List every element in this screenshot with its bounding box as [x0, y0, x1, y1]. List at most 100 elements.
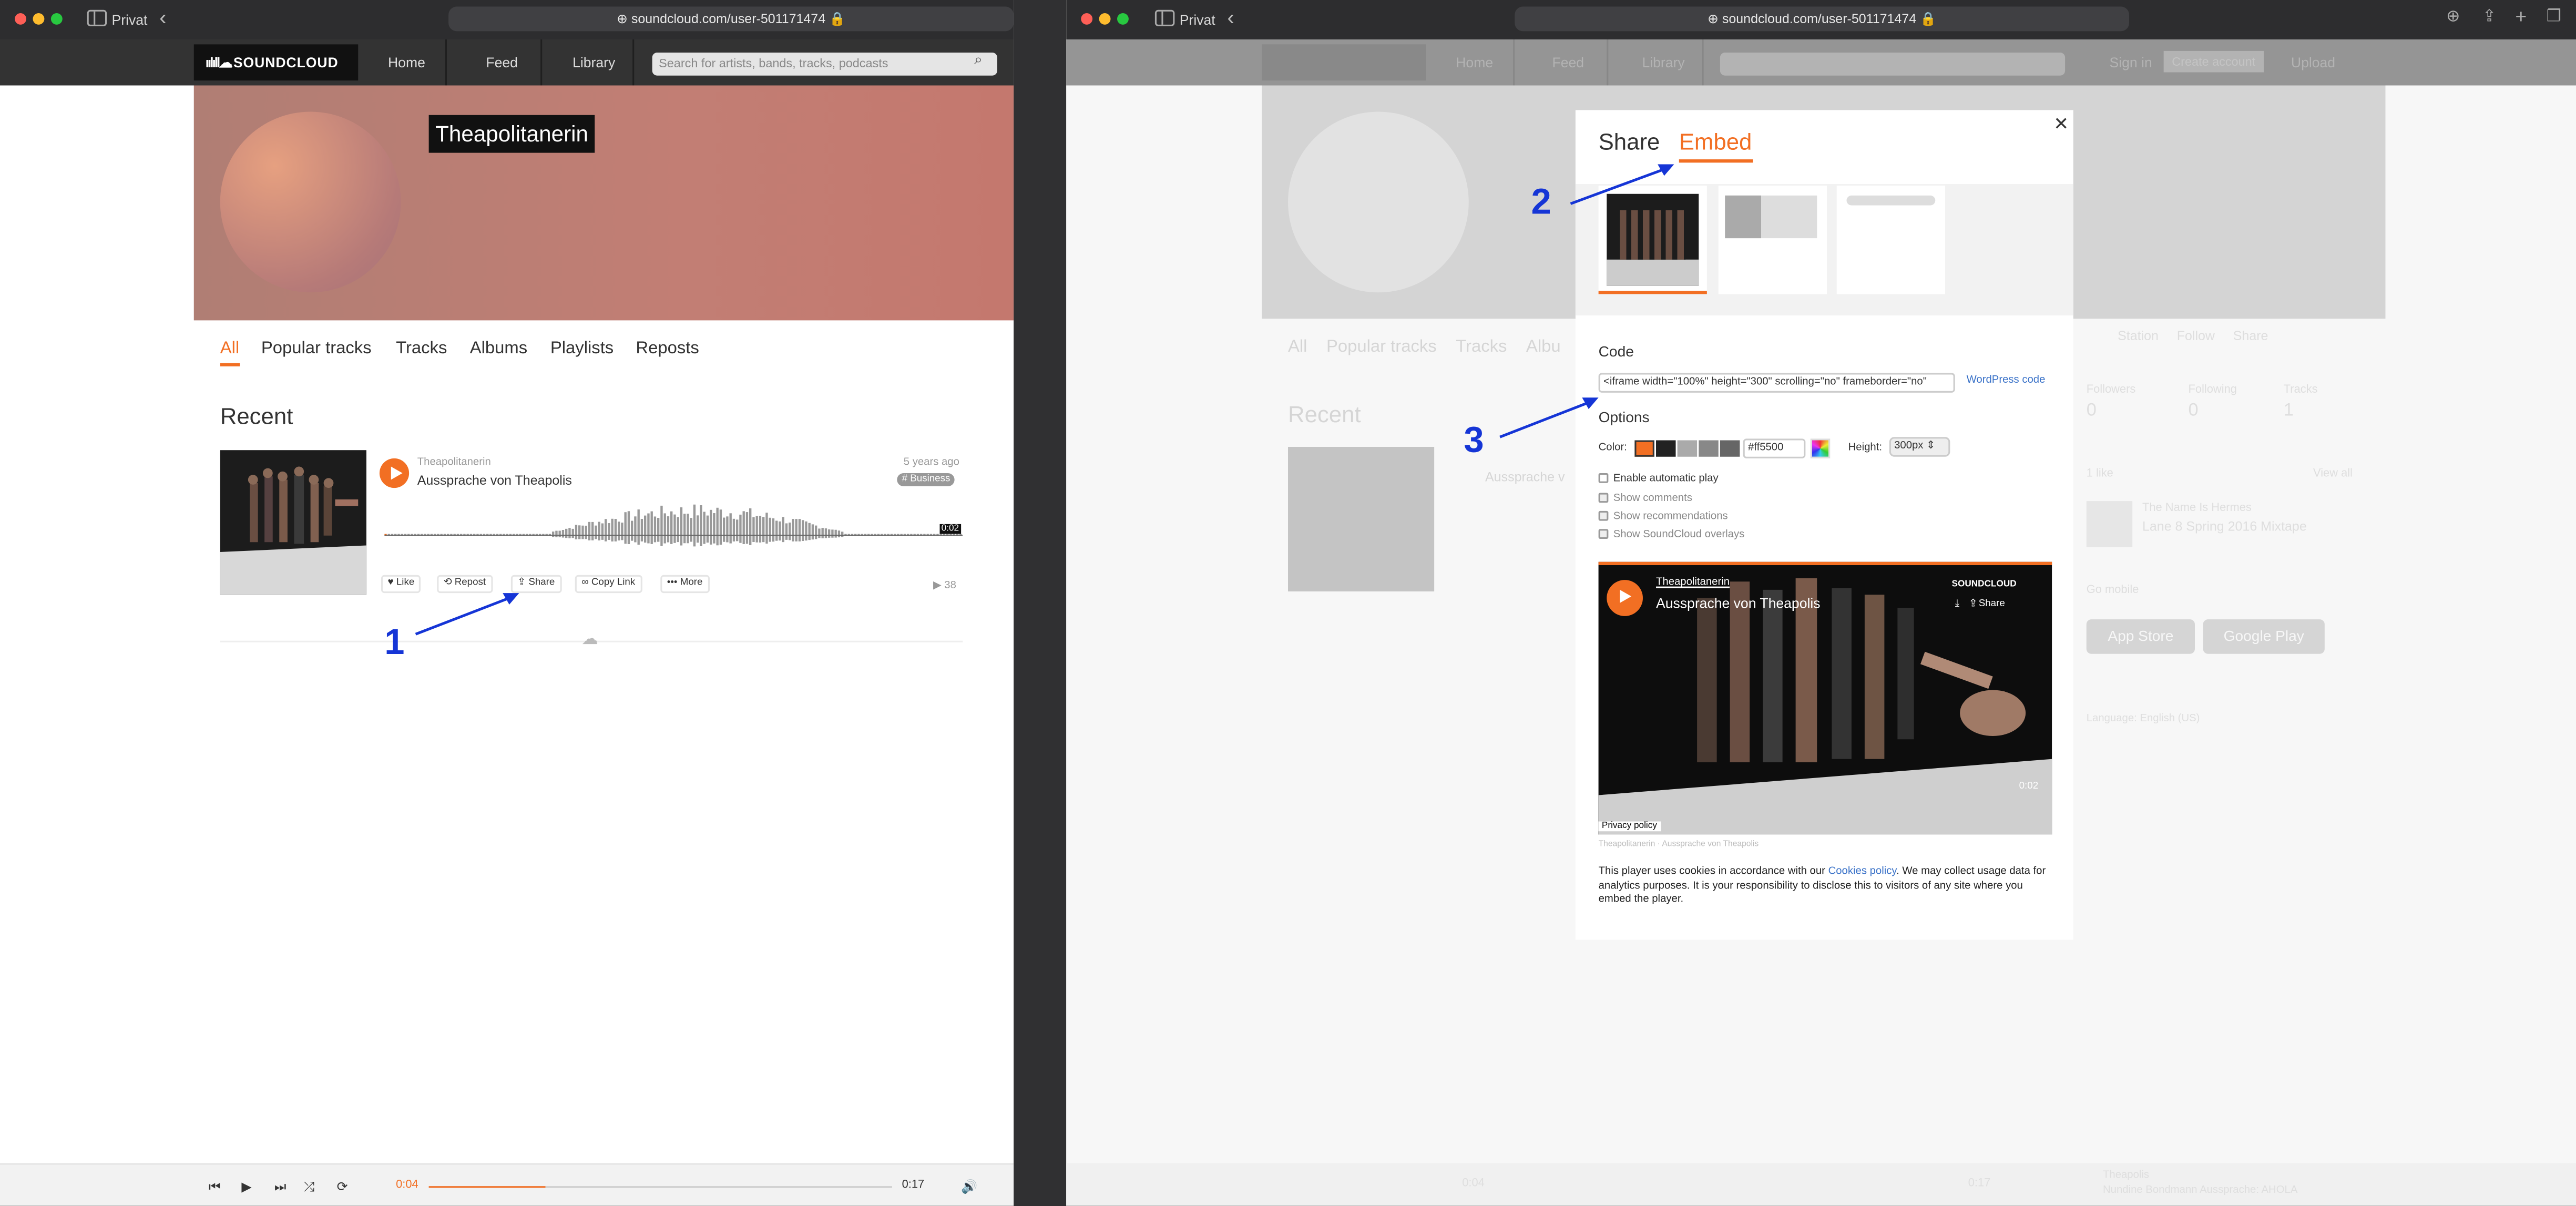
- embed-style-mini[interactable]: [1836, 186, 1945, 294]
- nav-home[interactable]: Home: [368, 39, 447, 86]
- waveform-bar: [789, 522, 791, 540]
- waveform-bar: [755, 516, 758, 543]
- preview-title[interactable]: Aussprache von Theapolis: [1656, 595, 1821, 611]
- option-auto-play[interactable]: Enable automatic play: [1598, 473, 1719, 485]
- shuffle-icon[interactable]: ⤮: [304, 1180, 314, 1196]
- waveform-bar: [798, 519, 801, 541]
- track-artist[interactable]: Theapolitanerin: [417, 457, 491, 468]
- checkbox[interactable]: [1598, 493, 1609, 503]
- tab-reposts[interactable]: Reposts: [636, 339, 699, 359]
- color-hex-input[interactable]: #ff5500: [1743, 438, 1806, 458]
- tab-playlists[interactable]: Playlists: [550, 339, 614, 359]
- wordpress-code-link[interactable]: WordPress code: [1967, 375, 2046, 386]
- checkbox[interactable]: [1598, 473, 1609, 483]
- waveform-bar: [578, 525, 581, 539]
- waveform-bar: [723, 517, 725, 542]
- color-swatch-light-gray[interactable]: [1677, 440, 1698, 457]
- download-icon[interactable]: ⊕: [2446, 8, 2460, 26]
- waveform-bar: [670, 511, 673, 544]
- right-browser-window: Privat ‹ ⊕ soundcloud.com/user-501171474…: [1066, 0, 2576, 1206]
- tab-share[interactable]: Share: [1599, 128, 1660, 155]
- waveform-bar: [765, 513, 768, 544]
- waveform-bar: [782, 517, 784, 543]
- sidebar-toggle-icon[interactable]: [1154, 9, 1175, 26]
- cookie-notice: This player uses cookies in accordance w…: [1598, 865, 2046, 905]
- checkbox[interactable]: [1598, 529, 1609, 539]
- waveform-bar: [736, 519, 739, 541]
- preview-share[interactable]: ⤓ ⇪ Share: [1955, 600, 2005, 611]
- close-icon[interactable]: ✕: [2053, 114, 2069, 135]
- share-icon: ⇪: [1970, 599, 1976, 610]
- waveform-bar: [841, 532, 844, 537]
- embed-code-field[interactable]: <iframe width="100%" height="300" scroll…: [1598, 373, 1955, 393]
- option-show-overlays[interactable]: Show SoundCloud overlays: [1598, 529, 1744, 540]
- search-icon[interactable]: ⌕: [974, 51, 983, 69]
- color-swatch-black[interactable]: [1656, 440, 1676, 457]
- track-title[interactable]: Aussprache von Theapolis: [417, 473, 572, 488]
- waveform-bar: [631, 520, 633, 541]
- track-artwork[interactable]: [220, 450, 366, 595]
- zoom-window-button[interactable]: [1117, 13, 1129, 25]
- option-show-comments[interactable]: Show comments: [1598, 493, 1692, 504]
- waveform-bar: [815, 525, 817, 539]
- color-picker-icon[interactable]: [1810, 438, 1831, 458]
- waveform-bar: [680, 507, 683, 546]
- sidebar-toggle-icon[interactable]: [87, 9, 107, 26]
- privacy-policy-link[interactable]: Privacy policy: [1598, 821, 1661, 832]
- height-select[interactable]: 300px ⇕: [1889, 437, 1950, 457]
- copy-link-button[interactable]: ∞ Copy Link: [575, 575, 642, 594]
- waveform-bar: [687, 514, 689, 544]
- waveform-bar: [663, 513, 666, 544]
- waveform-bar: [729, 513, 732, 544]
- minimize-window-button[interactable]: [1099, 13, 1111, 25]
- play-button[interactable]: [379, 458, 410, 488]
- play-count: ▶ 38: [933, 580, 956, 591]
- checkbox[interactable]: [1598, 510, 1609, 521]
- genre-tag[interactable]: # Business: [897, 473, 955, 486]
- close-window-button[interactable]: [1081, 13, 1093, 25]
- preview-logo[interactable]: SOUNDCLOUD: [1952, 580, 2017, 590]
- address-bar[interactable]: ⊕ soundcloud.com/user-501171474 🔒: [448, 6, 1014, 32]
- color-swatch-orange[interactable]: [1634, 440, 1654, 457]
- tab-all[interactable]: All: [220, 339, 239, 359]
- volume-icon[interactable]: 🔊: [961, 1180, 977, 1194]
- back-arrow-icon[interactable]: ‹: [1227, 5, 1234, 29]
- waveform[interactable]: [384, 493, 963, 549]
- new-tab-icon[interactable]: +: [2515, 5, 2527, 28]
- progress-track[interactable]: [428, 1186, 892, 1188]
- recent-heading: Recent: [220, 402, 293, 429]
- tab-tracks[interactable]: Tracks: [396, 339, 447, 359]
- tab-albums[interactable]: Albums: [470, 339, 527, 359]
- search-input[interactable]: Search for artists, bands, tracks, podca…: [652, 53, 997, 76]
- repeat-icon[interactable]: ⟳: [337, 1180, 348, 1194]
- embed-style-classic[interactable]: [1718, 186, 1827, 294]
- share-icon[interactable]: ⇪: [2482, 8, 2496, 26]
- tab-embed[interactable]: Embed: [1679, 128, 1752, 155]
- tab-popular-tracks[interactable]: Popular tracks: [261, 339, 372, 359]
- back-arrow-icon[interactable]: ‹: [159, 5, 167, 29]
- nav-feed[interactable]: Feed: [463, 39, 543, 86]
- bottom-player: ⏮ ▶ ⏭ ⤮ ⟳ 0:04 0:17 🔊: [0, 1163, 1014, 1206]
- soundcloud-logo[interactable]: ıılıll☁ SOUNDCLOUD: [193, 44, 359, 81]
- color-swatch-dark-gray[interactable]: [1720, 440, 1740, 457]
- waveform-bar: [653, 516, 657, 543]
- zoom-window-button[interactable]: [50, 13, 63, 25]
- preview-artist[interactable]: Theapolitanerin: [1656, 577, 1730, 588]
- previous-icon[interactable]: ⏮: [209, 1180, 221, 1196]
- address-bar[interactable]: ⊕ soundcloud.com/user-501171474 🔒: [1515, 6, 2129, 32]
- minimize-window-button[interactable]: [33, 13, 45, 25]
- more-button[interactable]: ••• More: [660, 575, 709, 594]
- nav-library[interactable]: Library: [555, 39, 635, 86]
- waveform-bar: [598, 522, 600, 540]
- option-show-recommendations[interactable]: Show recommendations: [1598, 510, 1728, 523]
- close-window-button[interactable]: [15, 13, 26, 25]
- cookies-policy-link[interactable]: Cookies policy: [1828, 866, 1896, 877]
- active-tab-underline: [220, 363, 240, 366]
- waveform-bar: [710, 509, 712, 545]
- tab-overview-icon[interactable]: ❐: [2547, 8, 2561, 26]
- play-icon[interactable]: ▶: [241, 1180, 251, 1194]
- waveform-bar: [697, 515, 699, 543]
- color-swatch-gray[interactable]: [1699, 440, 1719, 457]
- waveform-bar: [703, 512, 706, 544]
- next-icon[interactable]: ⏭: [274, 1180, 287, 1196]
